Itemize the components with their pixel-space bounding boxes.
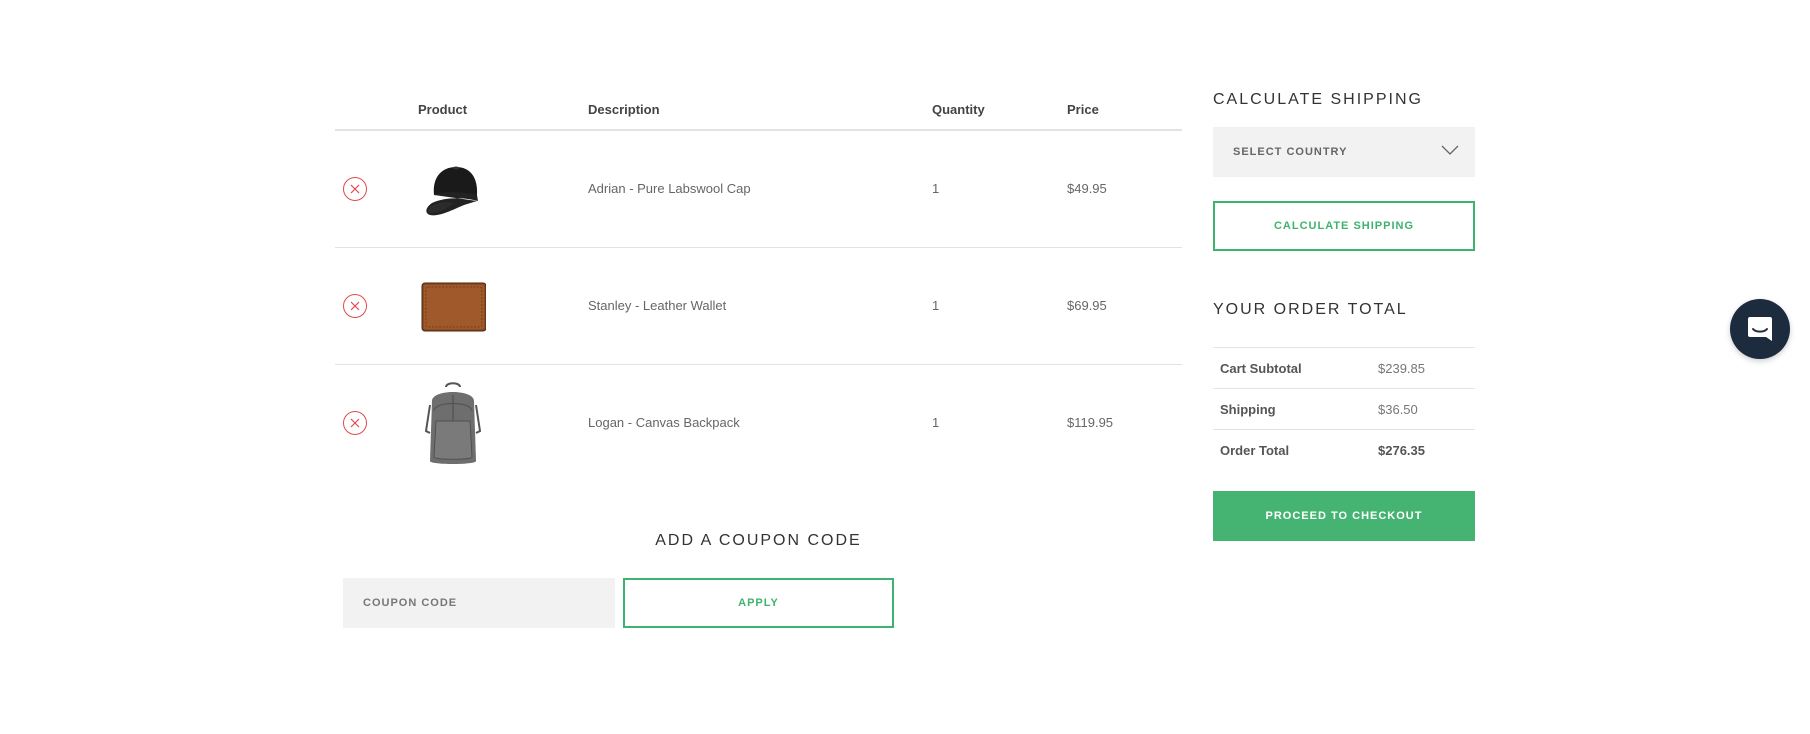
coupon-title: ADD A COUPON CODE: [655, 532, 862, 549]
black-cap-image[interactable]: [420, 157, 486, 223]
item-price: $119.95: [1067, 415, 1114, 430]
cart-row: Adrian - Pure Labswool Cap 1 $49.95: [335, 131, 1182, 248]
header-quantity: Quantity: [932, 102, 985, 117]
cart-row: Logan - Canvas Backpack 1 $119.95: [335, 365, 1182, 482]
header-price: Price: [1067, 102, 1099, 117]
country-select-label: SELECT COUNTRY: [1233, 146, 1348, 158]
proceed-to-checkout-button[interactable]: PROCEED TO CHECKOUT: [1213, 491, 1475, 541]
close-icon: [350, 418, 360, 428]
cart-subtotal-label: Cart Subtotal: [1220, 361, 1302, 376]
item-price: $49.95: [1067, 181, 1107, 196]
cart-subtotal-value: $239.85: [1378, 361, 1425, 376]
item-price: $69.95: [1067, 298, 1107, 313]
close-icon: [350, 301, 360, 311]
header-description: Description: [588, 102, 660, 117]
chat-icon: [1748, 317, 1772, 341]
cart-subtotal-row: Cart Subtotal $239.85: [1213, 348, 1475, 389]
item-description[interactable]: Stanley - Leather Wallet: [588, 298, 726, 313]
brown-wallet-image[interactable]: [420, 274, 487, 340]
item-description[interactable]: Adrian - Pure Labswool Cap: [588, 181, 751, 196]
remove-item-button[interactable]: [343, 411, 367, 435]
shipping-row: Shipping $36.50: [1213, 389, 1475, 430]
order-total-label: Order Total: [1220, 443, 1290, 458]
shipping-value: $36.50: [1378, 402, 1418, 417]
remove-item-button[interactable]: [343, 177, 367, 201]
order-total-value: $276.35: [1378, 443, 1425, 458]
order-totals-table: Cart Subtotal $239.85 Shipping $36.50 Or…: [1213, 347, 1475, 471]
order-total-row: Order Total $276.35: [1213, 430, 1475, 471]
shipping-title: CALCULATE SHIPPING: [1213, 91, 1423, 108]
order-sidebar: CALCULATE SHIPPING SELECT COUNTRY CALCUL…: [1213, 91, 1475, 541]
remove-item-button[interactable]: [343, 294, 367, 318]
close-icon: [350, 184, 360, 194]
item-quantity: 1: [932, 298, 940, 313]
chat-launcher-button[interactable]: [1730, 299, 1790, 359]
cart-row: Stanley - Leather Wallet 1 $69.95: [335, 248, 1182, 365]
grey-backpack-image[interactable]: [420, 381, 486, 467]
country-select[interactable]: SELECT COUNTRY: [1213, 127, 1475, 177]
item-quantity: 1: [932, 181, 940, 196]
cart-table-header: Product Description Quantity Price: [335, 92, 1182, 131]
cart-table: Product Description Quantity Price Adria…: [335, 92, 1182, 482]
item-description[interactable]: Logan - Canvas Backpack: [588, 415, 740, 430]
apply-coupon-button[interactable]: APPLY: [623, 578, 894, 628]
coupon-code-input[interactable]: [343, 578, 615, 628]
chevron-down-icon: [1441, 145, 1459, 155]
header-product: Product: [418, 102, 468, 117]
order-total-title: YOUR ORDER TOTAL: [1213, 301, 1408, 318]
item-quantity: 1: [932, 415, 940, 430]
shipping-label: Shipping: [1220, 402, 1276, 417]
calculate-shipping-button[interactable]: CALCULATE SHIPPING: [1213, 201, 1475, 251]
